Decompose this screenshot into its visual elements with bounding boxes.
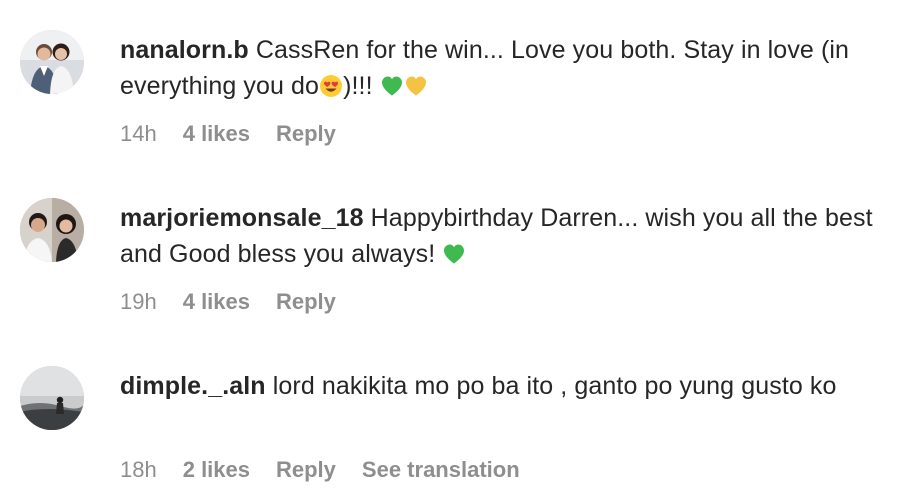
comment-meta: 18h 2 likes Reply See translation (120, 456, 546, 484)
reply-button[interactable]: Reply (276, 121, 336, 147)
green-heart-emoji-icon (442, 242, 466, 266)
avatar[interactable] (20, 198, 84, 262)
comment-username[interactable]: nanalorn.b (120, 36, 249, 64)
comment-likes-link[interactable]: 4 likes (183, 121, 250, 147)
yellow-heart-emoji-icon (404, 74, 428, 98)
avatar-image (20, 30, 84, 94)
avatar[interactable] (20, 30, 84, 94)
comment-timestamp[interactable]: 14h (120, 121, 157, 147)
comment-text-end: )!!! (343, 72, 380, 100)
avatar-image (20, 198, 84, 262)
comment-meta: 14h 4 likes Reply (120, 120, 362, 148)
reply-button[interactable]: Reply (276, 457, 336, 483)
comment-body: marjoriemonsale_18 Happybirthday Darren.… (120, 200, 880, 272)
comment-likes-link[interactable]: 4 likes (183, 289, 250, 315)
reply-button[interactable]: Reply (276, 289, 336, 315)
comment-username[interactable]: dimple._.aln (120, 372, 266, 400)
comment-item: marjoriemonsale_18 Happybirthday Darren.… (0, 168, 910, 336)
comment-body: nanalorn.b CassRen for the win... Love y… (120, 32, 880, 104)
comment-username[interactable]: marjoriemonsale_18 (120, 204, 364, 232)
comment-text: lord nakikita mo po ba ito , ganto po yu… (272, 372, 837, 400)
comment-likes-link[interactable]: 2 likes (183, 457, 250, 483)
comments-list: nanalorn.b CassRen for the win... Love y… (0, 0, 910, 504)
avatar-image (20, 366, 84, 430)
comment-meta: 19h 4 likes Reply (120, 288, 362, 316)
avatar[interactable] (20, 366, 84, 430)
green-heart-emoji-icon (380, 74, 404, 98)
comment-item: dimple._.aln lord nakikita mo po ba ito … (0, 336, 910, 504)
comment-timestamp[interactable]: 18h (120, 457, 157, 483)
comment-body: dimple._.aln lord nakikita mo po ba ito … (120, 368, 880, 404)
see-translation-link[interactable]: See translation (362, 457, 520, 483)
comment-timestamp[interactable]: 19h (120, 289, 157, 315)
heart-eyes-emoji-icon (319, 74, 343, 98)
comment-item: nanalorn.b CassRen for the win... Love y… (0, 0, 910, 168)
